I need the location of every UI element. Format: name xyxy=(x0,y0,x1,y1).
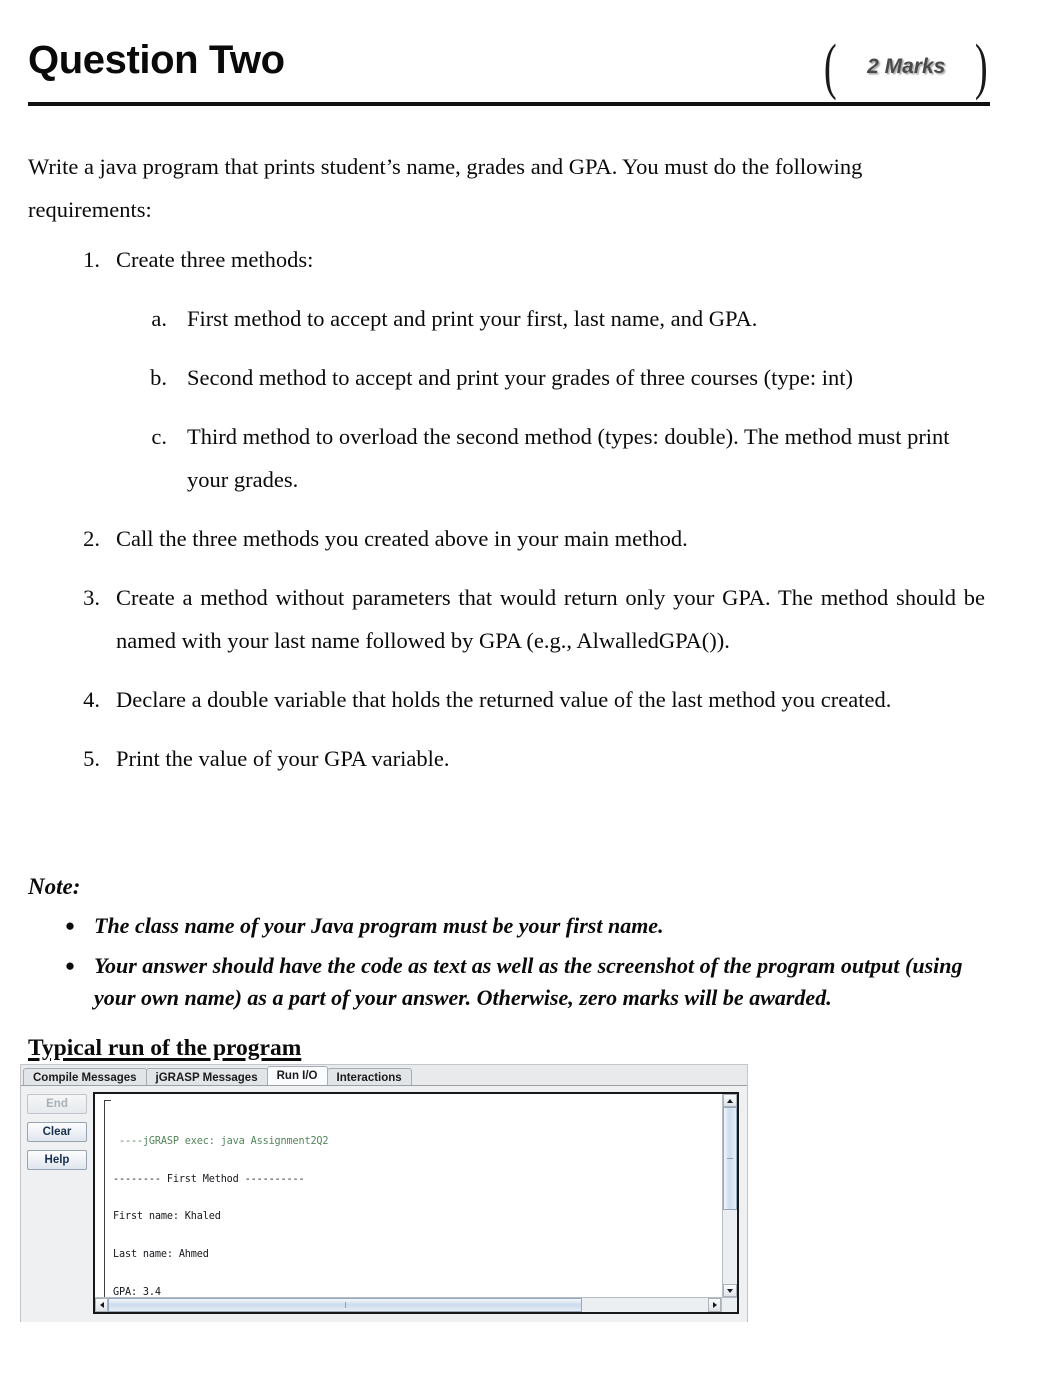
list-item: b. Second method to accept and print you… xyxy=(28,356,985,399)
tab-interactions[interactable]: Interactions xyxy=(326,1068,412,1085)
console-line: ----jGRASP exec: java Assignment2Q2 xyxy=(113,1135,329,1147)
list-item: 5. Print the value of your GPA variable. xyxy=(28,737,985,780)
end-button[interactable]: End xyxy=(27,1094,87,1114)
page-title: Question Two xyxy=(28,38,285,82)
clear-button[interactable]: Clear xyxy=(27,1122,87,1142)
tab-run-io[interactable]: Run I/O xyxy=(266,1066,328,1085)
console-output[interactable]: ----jGRASP exec: java Assignment2Q2 ----… xyxy=(95,1094,722,1297)
list-item: 4. Declare a double variable that holds … xyxy=(28,678,985,721)
list-text: Second method to accept and print your g… xyxy=(187,365,854,390)
list-text: Call the three methods you created above… xyxy=(116,526,688,551)
note-text: Your answer should have the code as text… xyxy=(94,953,963,1010)
panel-body: End Clear Help ----jGRASP exec: java Ass… xyxy=(21,1086,747,1322)
note-text: The class name of your Java program must… xyxy=(94,913,664,938)
list-text: Declare a double variable that holds the… xyxy=(116,687,892,712)
horizontal-scrollbar[interactable] xyxy=(95,1297,737,1312)
list-text: First method to accept and print your fi… xyxy=(187,306,758,331)
button-column: End Clear Help xyxy=(21,1086,93,1322)
console-line: First name: Khaled xyxy=(113,1211,221,1223)
list-marker: c. xyxy=(151,424,167,449)
vertical-scroll-track[interactable] xyxy=(723,1107,737,1284)
note-section: Note: ● The class name of your Java prog… xyxy=(28,872,985,1014)
paren-close: ) xyxy=(975,33,989,101)
scrollbar-corner xyxy=(721,1298,737,1312)
intro-paragraph: Write a java program that prints student… xyxy=(28,154,863,222)
tab-bar: Compile Messages jGRASP Messages Run I/O… xyxy=(21,1065,747,1086)
list-marker: 2. xyxy=(83,526,100,551)
list-item: ● The class name of your Java program mu… xyxy=(28,910,985,942)
horizontal-scroll-thumb[interactable] xyxy=(108,1298,582,1312)
list-marker: b. xyxy=(150,365,167,390)
list-text: Create three methods: xyxy=(116,247,314,272)
vertical-scrollbar[interactable] xyxy=(722,1094,737,1297)
paren-open: ( xyxy=(824,33,838,101)
requirements-list: 1. Create three methods: a. First method… xyxy=(28,238,985,796)
console-line: GPA: 3.4 xyxy=(113,1286,161,1297)
help-button[interactable]: Help xyxy=(27,1150,87,1170)
tab-compile-messages[interactable]: Compile Messages xyxy=(23,1068,147,1085)
bullet-icon: ● xyxy=(64,916,76,935)
list-item: a. First method to accept and print your… xyxy=(28,297,985,340)
list-marker: 5. xyxy=(83,746,100,771)
note-list: ● The class name of your Java program mu… xyxy=(28,910,985,1014)
code-fold-bracket xyxy=(104,1100,111,1297)
marks-badge: ( 2 Marks ) xyxy=(820,34,992,100)
jgrasp-panel: Compile Messages jGRASP Messages Run I/O… xyxy=(20,1064,748,1322)
vertical-scroll-thumb[interactable] xyxy=(723,1107,737,1210)
list-item: ● Your answer should have the code as te… xyxy=(28,950,985,1014)
list-text: Create a method without parameters that … xyxy=(116,585,985,653)
document-page: Question Two ( 2 Marks ) Write a java pr… xyxy=(0,0,1058,1395)
sub-requirements-list: a. First method to accept and print your… xyxy=(28,297,985,501)
list-text: Third method to overload the second meth… xyxy=(187,424,950,492)
list-text: Print the value of your GPA variable. xyxy=(116,746,450,771)
list-marker: 4. xyxy=(83,687,100,712)
header-divider xyxy=(28,102,990,106)
console-frame: ----jGRASP exec: java Assignment2Q2 ----… xyxy=(93,1092,739,1314)
list-marker: 3. xyxy=(83,585,100,610)
note-heading: Note: xyxy=(28,874,81,899)
console-top: ----jGRASP exec: java Assignment2Q2 ----… xyxy=(95,1094,737,1297)
list-marker: a. xyxy=(151,306,167,331)
console-line: -------- First Method ---------- xyxy=(113,1173,305,1185)
list-item: c. Third method to overload the second m… xyxy=(28,415,985,501)
scroll-left-arrow-icon[interactable] xyxy=(95,1298,108,1312)
typical-run-heading: Typical run of the program xyxy=(28,1035,302,1061)
horizontal-scroll-track[interactable] xyxy=(108,1298,708,1312)
scroll-down-arrow-icon[interactable] xyxy=(723,1284,737,1297)
page-header: Question Two ( 2 Marks ) xyxy=(28,34,990,106)
list-item: 3. Create a method without parameters th… xyxy=(28,576,985,662)
bullet-icon: ● xyxy=(64,956,76,975)
list-item: 1. Create three methods: xyxy=(28,238,985,281)
marks-label: 2 Marks xyxy=(867,55,946,78)
console-line: Last name: Ahmed xyxy=(113,1249,209,1261)
scroll-up-arrow-icon[interactable] xyxy=(723,1094,737,1107)
scroll-right-arrow-icon[interactable] xyxy=(708,1298,721,1312)
list-marker: 1. xyxy=(83,247,100,272)
list-item: 2. Call the three methods you created ab… xyxy=(28,517,985,560)
tab-jgrasp-messages[interactable]: jGRASP Messages xyxy=(145,1068,268,1085)
